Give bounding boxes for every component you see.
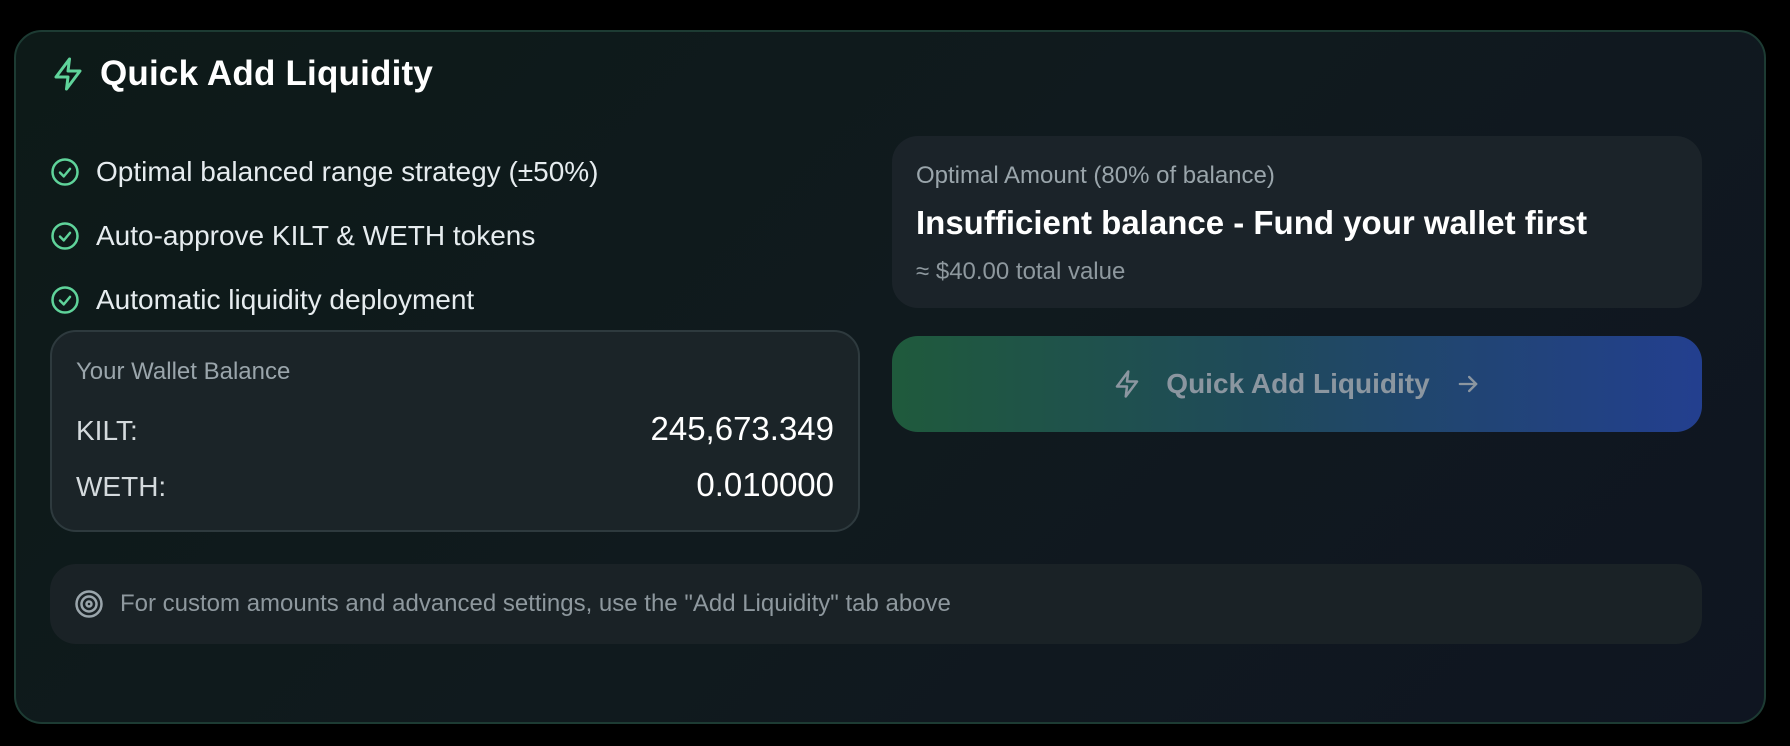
insufficient-balance-message: Insufficient balance - Fund your wallet …: [916, 204, 1588, 241]
wallet-token-label: WETH:: [76, 471, 167, 502]
advanced-settings-text: For custom amounts and advanced settings…: [120, 590, 951, 617]
check-circle-icon: [50, 157, 80, 187]
optimal-amount-panel: Optimal Amount (80% of balance) Insuffic…: [892, 136, 1702, 308]
lightning-bolt-icon: [50, 55, 86, 93]
wallet-token-value: 0.010000: [696, 466, 834, 503]
advanced-settings-note: For custom amounts and advanced settings…: [50, 564, 1702, 644]
quick-add-liquidity-button-label: Quick Add Liquidity: [1166, 368, 1430, 399]
wallet-balance-title: Your Wallet Balance: [76, 358, 291, 385]
lightning-bolt-icon: [1112, 368, 1142, 400]
wallet-token-label: KILT:: [76, 415, 138, 446]
card-header: Quick Add Liquidity: [50, 54, 433, 94]
total-value-text: ≈ $40.00 total value: [916, 258, 1126, 285]
feature-item: Automatic liquidity deployment: [50, 268, 599, 332]
card-title: Quick Add Liquidity: [100, 54, 434, 93]
feature-label: Auto-approve KILT & WETH tokens: [96, 220, 536, 251]
feature-item: Auto-approve KILT & WETH tokens: [50, 204, 599, 268]
feature-item: Optimal balanced range strategy (±50%): [50, 140, 599, 204]
check-circle-icon: [50, 285, 80, 315]
optimal-amount-label: Optimal Amount (80% of balance): [916, 162, 1275, 189]
wallet-row-kilt: KILT: 245,673.349: [76, 410, 834, 448]
wallet-token-value: 245,673.349: [650, 410, 834, 447]
wallet-balance-panel: Your Wallet Balance KILT: 245,673.349 WE…: [50, 330, 860, 532]
check-circle-icon: [50, 221, 80, 251]
feature-label: Automatic liquidity deployment: [96, 284, 475, 315]
feature-label: Optimal balanced range strategy (±50%): [96, 156, 599, 187]
wallet-row-weth: WETH: 0.010000: [76, 466, 834, 504]
quick-add-liquidity-button[interactable]: Quick Add Liquidity: [892, 336, 1702, 432]
arrow-right-icon: [1454, 370, 1482, 398]
target-icon: [74, 589, 104, 619]
feature-list: Optimal balanced range strategy (±50%) A…: [50, 140, 599, 332]
